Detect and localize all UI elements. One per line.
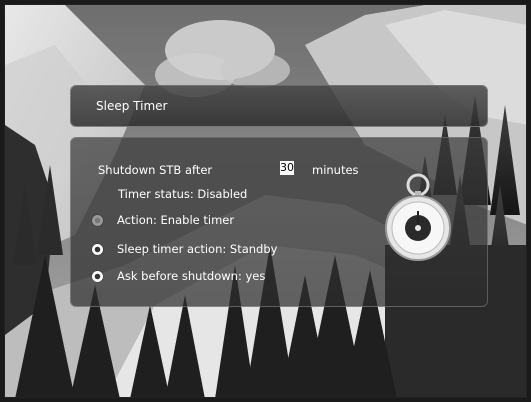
ask-before-shutdown-radio[interactable] — [92, 271, 103, 282]
timer-status: Timer status: Disabled — [118, 187, 248, 201]
tv-screen: Sleep Timer Shutdown STB after 30 minute… — [4, 4, 527, 398]
sleep-action-radio[interactable] — [92, 244, 103, 255]
title-bar: Sleep Timer — [70, 85, 488, 127]
option-sleep-action[interactable]: Sleep timer action: Standby — [117, 242, 277, 256]
dialog-title: Sleep Timer — [96, 99, 168, 113]
shutdown-minutes-input[interactable]: 30 — [280, 161, 294, 175]
option-enable-timer[interactable]: Action: Enable timer — [117, 213, 234, 227]
enable-timer-radio[interactable] — [92, 215, 103, 226]
shutdown-label: Shutdown STB after — [98, 163, 213, 177]
shutdown-unit: minutes — [312, 163, 359, 177]
stopwatch-icon — [385, 173, 451, 261]
option-ask-before-shutdown[interactable]: Ask before shutdown: yes — [117, 269, 265, 283]
